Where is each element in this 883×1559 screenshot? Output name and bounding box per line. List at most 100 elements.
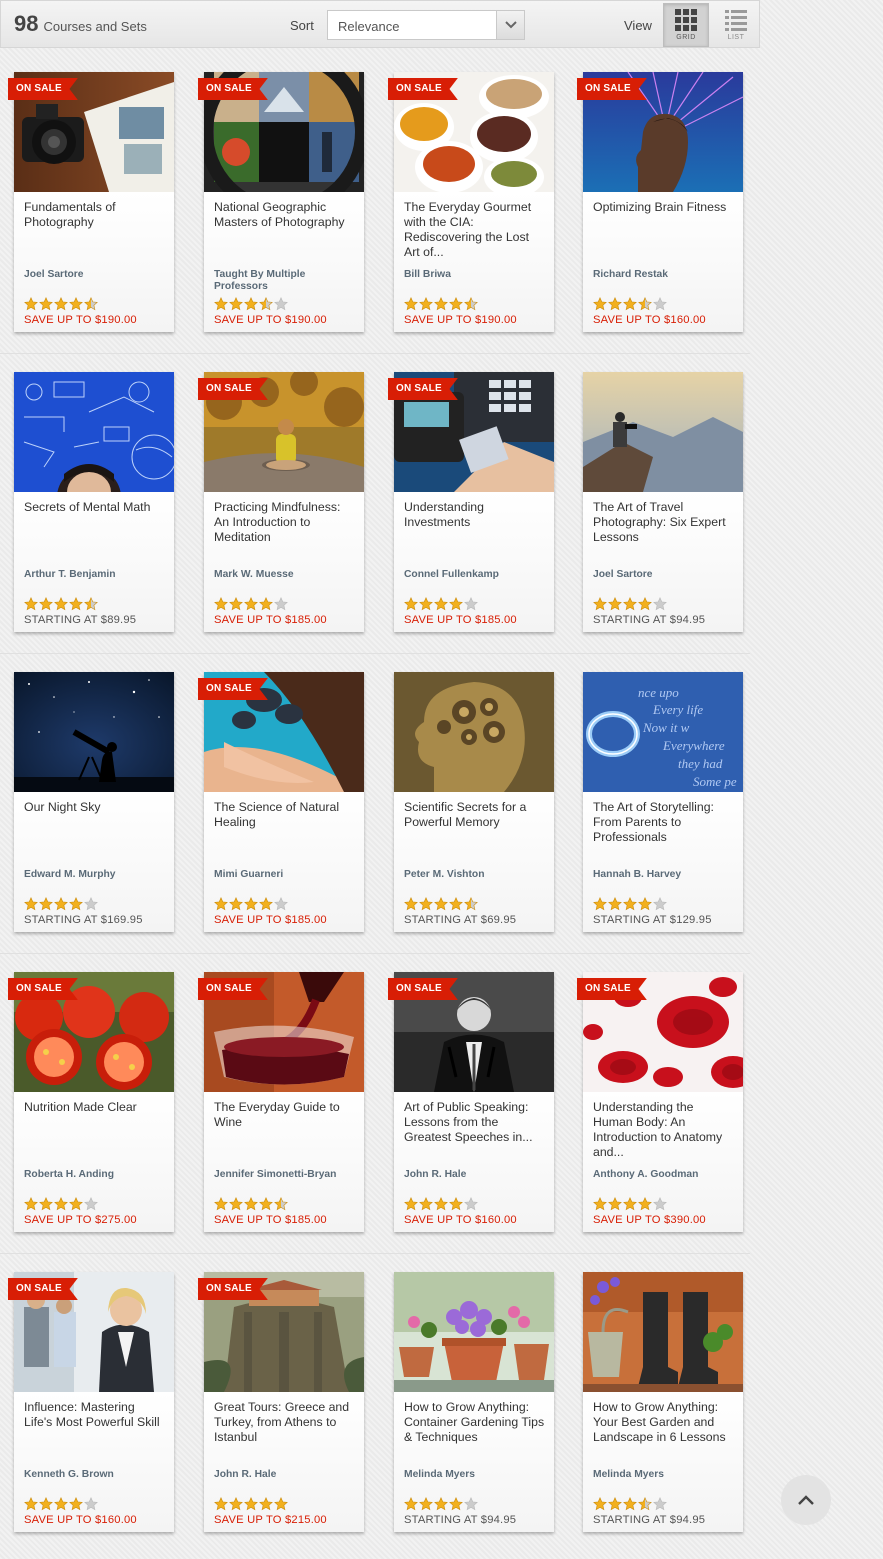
on-sale-badge: ON SALE [388,378,458,400]
course-card[interactable]: ON SALE Optimizing Brain Fitness Richard R… [577,72,743,332]
course-card[interactable]: How to Grow Anything: Your Best Garden a… [583,1272,743,1532]
star-icon [54,1497,68,1511]
course-card[interactable]: ON SALE Fundamentals of Photography Joel S… [8,72,174,332]
course-title[interactable]: Influence: Mastering Life's Most Powerfu… [24,1400,166,1430]
course-card[interactable]: How to Grow Anything: Container Gardenin… [394,1272,554,1532]
course-card[interactable]: ON SALE Art of Public Speaking: Lessons f… [388,972,554,1232]
course-title[interactable]: Scientific Secrets for a Powerful Memory [404,800,546,830]
star-icon [419,297,433,311]
course-title[interactable]: Nutrition Made Clear [24,1100,166,1115]
on-sale-badge: ON SALE [198,978,268,1000]
sort-select[interactable]: Relevance [327,10,525,40]
course-thumbnail[interactable]: nce upo Every life Now it w Everywhere they … [583,672,743,792]
star-rating [24,897,98,911]
course-thumbnail[interactable] [583,1272,743,1392]
course-thumbnail[interactable] [583,372,743,492]
back-to-top-button[interactable] [781,1475,831,1525]
course-title[interactable]: Optimizing Brain Fitness [593,200,735,215]
course-card[interactable]: ON SALE National Geographic Masters of Ph… [198,72,364,332]
course-professor: Kenneth G. Brown [24,1469,114,1480]
star-icon [608,1197,622,1211]
star-icon [244,297,258,311]
course-thumbnail[interactable] [14,672,174,792]
course-title[interactable]: Our Night Sky [24,800,166,815]
course-card[interactable]: ON SALE The Everyday Guide to Wine Jennife… [198,972,364,1232]
course-price: SAVE UP TO $160.00 [593,314,706,326]
list-view-button[interactable]: LIST [713,3,759,47]
course-card[interactable]: ON SALE Nutrition Made Clear Roberta H. An… [8,972,174,1232]
course-title[interactable]: Great Tours: Greece and Turkey, from Ath… [214,1400,356,1445]
course-card[interactable]: The Art of Travel Photography: Six Exper… [583,372,743,632]
course-title[interactable]: The Everyday Guide to Wine [214,1100,356,1130]
course-price: SAVE UP TO $160.00 [24,1514,137,1526]
star-icon [274,597,288,611]
course-title[interactable]: Art of Public Speaking: Lessons from the… [404,1100,546,1145]
star-icon [39,297,53,311]
course-card[interactable]: ON SALE Great Tours: Greece and Turkey, f… [198,1272,364,1532]
star-icon [24,1197,38,1211]
course-price: STARTING AT $94.95 [593,1514,706,1526]
star-icon [229,897,243,911]
on-sale-badge: ON SALE [198,678,268,700]
svg-text:Everywhere: Everywhere [662,738,725,753]
star-icon [229,1497,243,1511]
row-divider [0,353,750,354]
on-sale-badge: ON SALE [8,78,78,100]
course-card[interactable]: Our Night Sky Edward M. Murphy STARTING AT… [14,672,174,932]
star-icon [274,1497,288,1511]
on-sale-badge: ON SALE [577,978,647,1000]
star-icon [229,297,243,311]
on-sale-badge: ON SALE [388,978,458,1000]
course-card[interactable]: ON SALE Understanding the Human Body: An … [577,972,743,1232]
course-thumbnail[interactable] [14,372,174,492]
star-icon [404,1197,418,1211]
star-icon [653,297,667,311]
course-title[interactable]: The Art of Travel Photography: Six Exper… [593,500,735,545]
course-professor: Melinda Myers [404,1469,475,1480]
star-icon [404,1497,418,1511]
star-icon [259,1497,273,1511]
star-icon [259,1197,273,1211]
course-card[interactable]: ON SALE The Science of Natural Healing Mim… [198,672,364,932]
course-title[interactable]: Secrets of Mental Math [24,500,166,515]
course-title[interactable]: How to Grow Anything: Container Gardenin… [404,1400,546,1445]
star-icon [653,897,667,911]
course-card[interactable]: ON SALE Understanding Investments Connel F… [388,372,554,632]
course-card[interactable]: Scientific Secrets for a Powerful Memory… [394,672,554,932]
course-title[interactable]: Understanding the Human Body: An Introdu… [593,1100,735,1160]
course-title[interactable]: National Geographic Masters of Photograp… [214,200,356,230]
chevron-down-icon[interactable] [496,11,524,39]
star-rating [214,597,288,611]
course-card[interactable]: nce upo Every life Now it w Everywhere they … [583,672,743,932]
course-card[interactable]: Secrets of Mental Math Arthur T. Benjamin… [14,372,174,632]
course-thumbnail[interactable] [394,1272,554,1392]
on-sale-badge: ON SALE [8,978,78,1000]
course-title[interactable]: Fundamentals of Photography [24,200,166,230]
star-rating [593,1497,667,1511]
star-icon [69,297,83,311]
course-title[interactable]: How to Grow Anything: Your Best Garden a… [593,1400,735,1445]
course-title[interactable]: Understanding Investments [404,500,546,530]
course-title[interactable]: The Art of Storytelling: From Parents to… [593,800,735,845]
course-card[interactable]: ON SALE Practicing Mindfulness: An Introd… [198,372,364,632]
star-rating [404,897,478,911]
course-card[interactable]: ON SALE Influence: Mastering Life's Most … [8,1272,174,1532]
grid-icon [675,9,697,31]
course-card[interactable]: ON SALE The Everyday Gourmet with the CIA… [388,72,554,332]
star-icon [464,897,478,911]
course-title[interactable]: The Everyday Gourmet with the CIA: Redis… [404,200,546,260]
star-icon [244,1497,258,1511]
star-icon [404,297,418,311]
course-title[interactable]: The Science of Natural Healing [214,800,356,830]
grid-view-button[interactable]: GRID [663,3,709,47]
course-thumbnail[interactable] [394,672,554,792]
course-price: SAVE UP TO $185.00 [214,614,327,626]
star-icon [84,897,98,911]
star-rating [24,597,98,611]
star-icon [39,1197,53,1211]
course-title[interactable]: Practicing Mindfulness: An Introduction … [214,500,356,545]
svg-text:nce upo: nce upo [638,685,679,700]
star-icon [638,897,652,911]
star-icon [434,897,448,911]
star-rating [24,1197,98,1211]
